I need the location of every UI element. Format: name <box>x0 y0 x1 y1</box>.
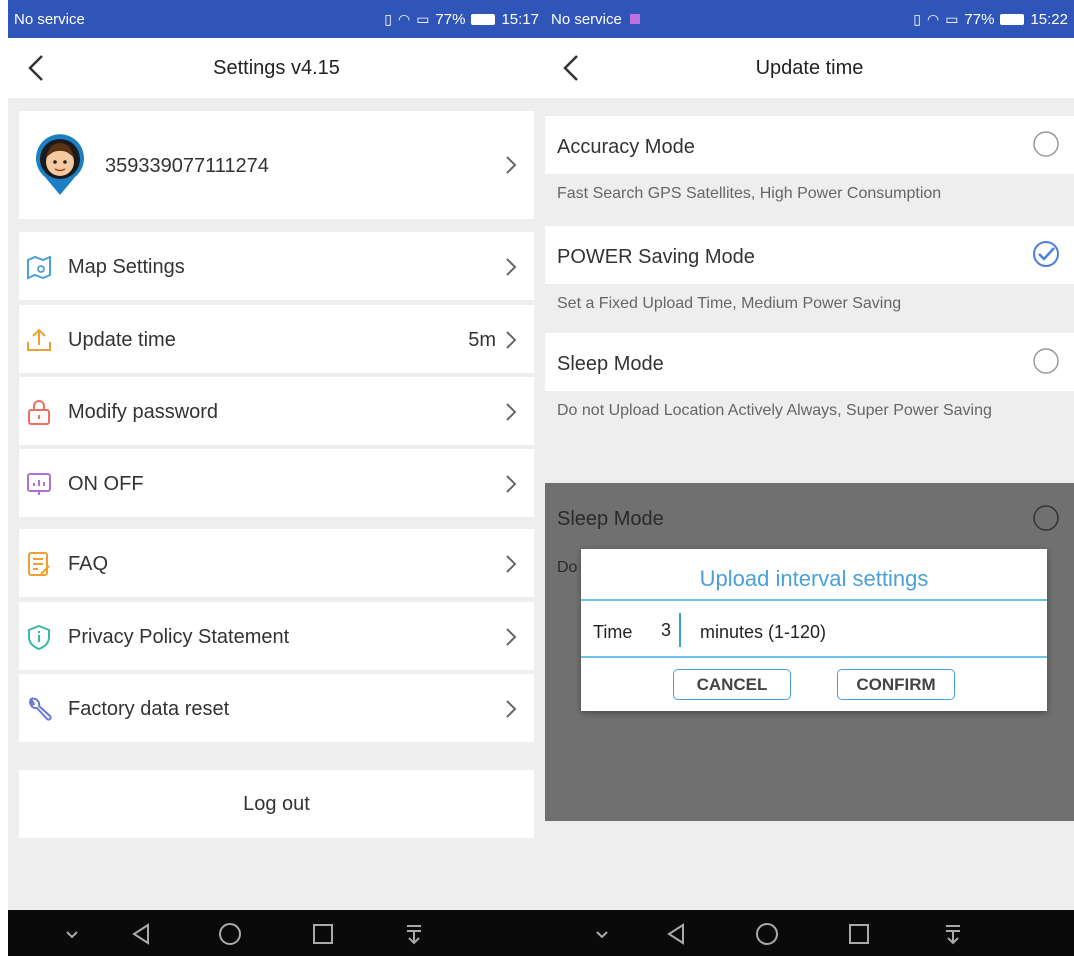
status-bar: No service ▯ ◠ ▭ 77% 15:17 <box>8 0 545 38</box>
recents-icon[interactable] <box>845 920 873 948</box>
radio-unchecked-icon <box>1033 505 1059 531</box>
dimmed-mode-description: Do <box>557 559 578 576</box>
carrier-label: No service <box>14 11 85 28</box>
mode-label: Sleep Mode <box>557 353 664 375</box>
battery-percent: 77% <box>435 11 466 28</box>
back-icon[interactable] <box>128 920 156 948</box>
unit-label: minutes (1-120) <box>700 622 827 642</box>
menu-item-privacy-policy[interactable]: Privacy Policy Statement <box>19 602 534 670</box>
faq-icon <box>28 552 50 576</box>
recents-icon[interactable] <box>309 920 337 948</box>
menu-label: Modify password <box>68 401 219 423</box>
menu-item-faq[interactable]: FAQ <box>19 529 534 597</box>
map-icon <box>27 255 51 280</box>
power-saving-mode-option[interactable]: POWER Saving Mode <box>545 226 1074 284</box>
battery-saver-icon: ▭ <box>416 11 430 27</box>
menu-label: FAQ <box>68 553 109 575</box>
logout-label: Log out <box>243 793 310 815</box>
back-icon[interactable] <box>663 920 691 948</box>
radio-unchecked-icon[interactable] <box>1032 347 1060 375</box>
accuracy-mode-option[interactable]: Accuracy Mode <box>545 116 1074 174</box>
shield-icon <box>28 624 50 651</box>
system-nav-bar <box>8 910 545 956</box>
chevron-right-icon <box>506 258 517 276</box>
battery-percent: 77% <box>964 11 995 28</box>
time-label: Time <box>593 622 633 642</box>
chevron-down-icon[interactable] <box>588 920 616 948</box>
battery-icon <box>1000 14 1025 25</box>
chevron-down-icon[interactable] <box>58 920 86 948</box>
vibrate-icon: ▯ <box>384 11 392 27</box>
wifi-icon: ◠ <box>926 11 940 27</box>
home-icon[interactable] <box>753 920 781 948</box>
cancel-button[interactable]: CANCEL <box>673 669 791 700</box>
menu-label: ON OFF <box>68 473 144 495</box>
radio-checked-icon[interactable] <box>1032 240 1060 268</box>
menu-item-on-off[interactable]: ON OFF <box>19 449 534 517</box>
divider <box>581 599 1047 601</box>
update-time-value: 5m <box>468 329 496 351</box>
notification-pull-icon[interactable] <box>939 920 967 948</box>
chevron-right-icon <box>506 555 517 573</box>
sleep-mode-option[interactable]: Sleep Mode <box>545 333 1074 391</box>
page-title: Settings v4.15 <box>213 57 340 79</box>
app-bar: Update time <box>545 38 1074 98</box>
device-id: 359339077111274 <box>105 155 269 177</box>
chevron-right-icon <box>506 156 517 174</box>
wifi-icon: ◠ <box>397 11 411 27</box>
mode-description: Do not Upload Location Actively Always, … <box>557 402 992 419</box>
menu-label: Map Settings <box>68 256 185 278</box>
divider <box>581 656 1047 658</box>
menu-item-modify-password[interactable]: Modify password <box>19 377 534 445</box>
system-nav-bar <box>545 910 1074 956</box>
chevron-right-icon <box>506 403 517 421</box>
mode-label: Accuracy Mode <box>557 136 695 158</box>
lock-icon <box>28 400 50 425</box>
mode-description: Set a Fixed Upload Time, Medium Power Sa… <box>557 295 902 312</box>
chevron-right-icon <box>506 700 517 718</box>
interval-input[interactable] <box>653 613 681 647</box>
settings-screen: No service ▯ ◠ ▭ 77% 15:17 Settings v4.1… <box>8 0 545 956</box>
chevron-right-icon <box>506 331 517 349</box>
mode-description: Fast Search GPS Satellites, High Power C… <box>557 185 942 202</box>
dimmed-mode-label: Sleep Mode <box>557 508 664 530</box>
logout-button[interactable]: Log out <box>19 770 534 838</box>
notification-pull-icon[interactable] <box>400 920 428 948</box>
battery-icon <box>471 14 496 25</box>
confirm-button[interactable]: CONFIRM <box>837 669 955 700</box>
status-bar: No service ▯ ◠ ▭ 77% 15:22 <box>545 0 1074 38</box>
menu-label: Update time <box>68 329 176 351</box>
monitor-icon <box>27 473 51 495</box>
clock: 15:22 <box>1030 11 1068 28</box>
chevron-right-icon <box>506 628 517 646</box>
page-title: Update time <box>755 57 864 79</box>
avatar <box>36 134 84 195</box>
menu-label: Privacy Policy Statement <box>68 626 290 648</box>
clock: 15:17 <box>501 11 539 28</box>
mode-label: POWER Saving Mode <box>557 246 755 268</box>
wrench-icon <box>29 697 52 721</box>
menu-item-factory-reset[interactable]: Factory data reset <box>19 674 534 742</box>
notification-icon <box>630 14 641 24</box>
radio-unchecked-icon[interactable] <box>1032 130 1060 158</box>
device-card[interactable]: 359339077111274 <box>19 111 534 219</box>
battery-saver-icon: ▭ <box>945 11 959 27</box>
menu-item-update-time[interactable]: Update time 5m <box>19 305 534 373</box>
vibrate-icon: ▯ <box>913 11 921 27</box>
upload-icon <box>27 328 51 351</box>
dialog-title: Upload interval settings <box>699 566 929 591</box>
menu-item-map-settings[interactable]: Map Settings <box>19 232 534 300</box>
app-bar: Settings v4.15 <box>8 38 545 98</box>
carrier-label: No service <box>551 11 622 28</box>
menu-label: Factory data reset <box>68 698 230 720</box>
update-time-screen: No service ▯ ◠ ▭ 77% 15:22 Update time A… <box>545 0 1074 956</box>
chevron-right-icon <box>506 475 517 493</box>
home-icon[interactable] <box>216 920 244 948</box>
upload-interval-dialog: Upload interval settings Time minutes (1… <box>581 549 1047 711</box>
